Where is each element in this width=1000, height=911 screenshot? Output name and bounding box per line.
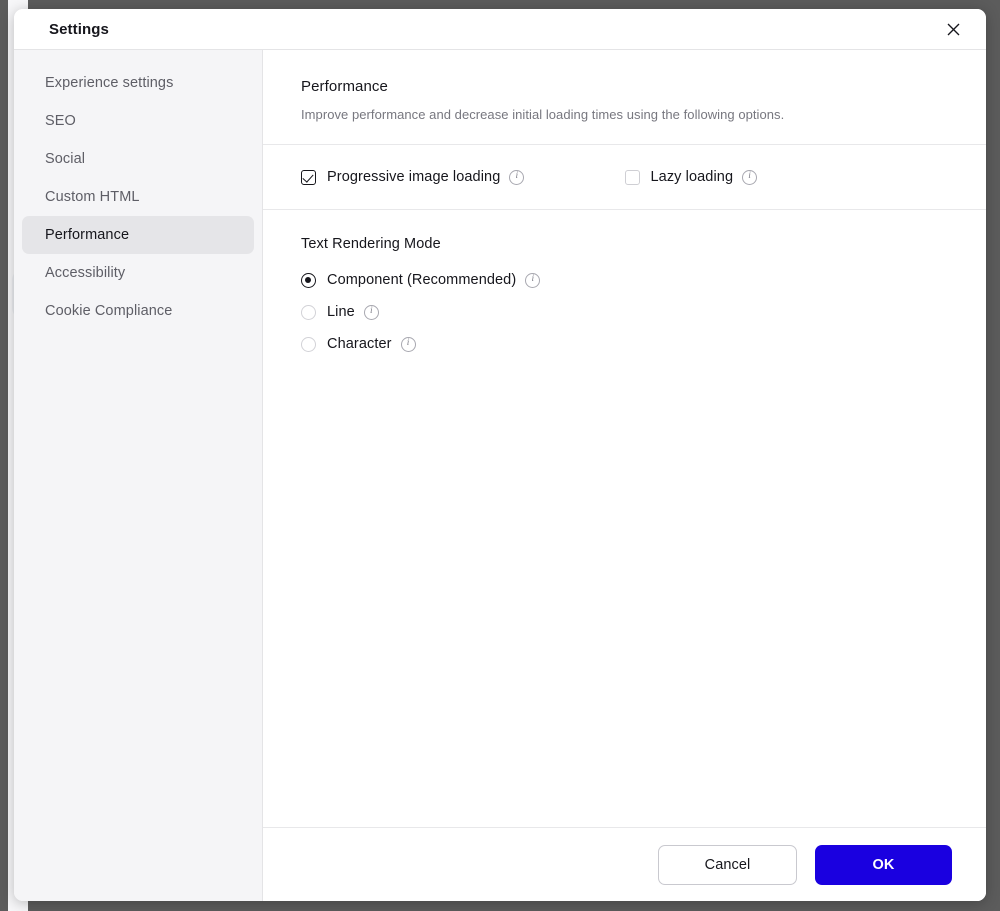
cancel-button[interactable]: Cancel (658, 844, 797, 885)
page-description: Improve performance and decrease initial… (301, 107, 785, 122)
sidebar-item-performance[interactable]: Performance (22, 216, 254, 254)
info-icon[interactable]: i (400, 336, 416, 352)
sidebar-item-seo[interactable]: SEO (22, 102, 254, 140)
sidebar-item-experience-settings[interactable]: Experience settings (22, 64, 254, 102)
sidebar-item-cookie-compliance[interactable]: Cookie Compliance (22, 292, 254, 330)
close-icon[interactable] (938, 14, 968, 44)
dialog-footer: Cancel OK (263, 827, 986, 901)
dialog-body: Experience settings SEO Social Custom HT… (14, 50, 986, 901)
radio-character[interactable] (301, 336, 316, 352)
sidebar-item-label: Accessibility (45, 265, 126, 281)
lazy-loading-label: Lazy loading (650, 169, 734, 185)
info-icon[interactable]: i (525, 272, 541, 288)
sidebar-item-accessibility[interactable]: Accessibility (22, 254, 254, 292)
settings-content-scroll: Performance Improve performance and decr… (263, 50, 986, 827)
radio-component-label: Component (Recommended) (327, 272, 517, 288)
lazy-loading-checkbox[interactable] (624, 169, 640, 185)
sidebar-item-label: Custom HTML (45, 189, 140, 205)
ok-button[interactable]: OK (815, 844, 952, 885)
info-icon[interactable]: i (509, 169, 525, 185)
progressive-image-loading-option[interactable]: Progressive image loading i (301, 169, 625, 185)
lazy-loading-option[interactable]: Lazy loading i (624, 169, 949, 185)
performance-intro: Performance Improve performance and decr… (263, 50, 986, 145)
sidebar-item-label: SEO (45, 113, 76, 129)
radio-option-line[interactable]: Line i (301, 304, 948, 320)
radio-line[interactable] (301, 304, 316, 320)
loading-options-row: Progressive image loading i Lazy loading… (263, 145, 986, 210)
sidebar-item-label: Cookie Compliance (45, 303, 173, 319)
radio-option-component[interactable]: Component (Recommended) i (301, 272, 948, 288)
progressive-image-loading-label: Progressive image loading (327, 169, 501, 185)
page-title: Performance (301, 78, 388, 95)
radio-character-label: Character (327, 336, 392, 352)
sidebar-item-label: Performance (45, 227, 130, 243)
radio-option-character[interactable]: Character i (301, 336, 948, 352)
info-icon[interactable]: i (742, 169, 758, 185)
settings-dialog: Settings Experience settings SEO Social … (14, 9, 986, 901)
radio-line-label: Line (327, 304, 355, 320)
sidebar-item-label: Social (45, 151, 86, 167)
text-rendering-mode-title: Text Rendering Mode (301, 236, 441, 252)
sidebar-item-social[interactable]: Social (22, 140, 254, 178)
sidebar-item-label: Experience settings (45, 75, 174, 91)
settings-content-pane: Performance Improve performance and decr… (263, 50, 986, 901)
text-rendering-mode-section: Text Rendering Mode Component (Recommend… (263, 210, 986, 352)
dialog-header: Settings (14, 9, 986, 50)
radio-component[interactable] (301, 272, 316, 288)
progressive-image-loading-checkbox[interactable] (301, 169, 316, 185)
settings-sidebar: Experience settings SEO Social Custom HT… (14, 50, 263, 901)
sidebar-item-custom-html[interactable]: Custom HTML (22, 178, 254, 216)
dialog-title: Settings (49, 20, 109, 38)
info-icon[interactable]: i (363, 304, 379, 320)
